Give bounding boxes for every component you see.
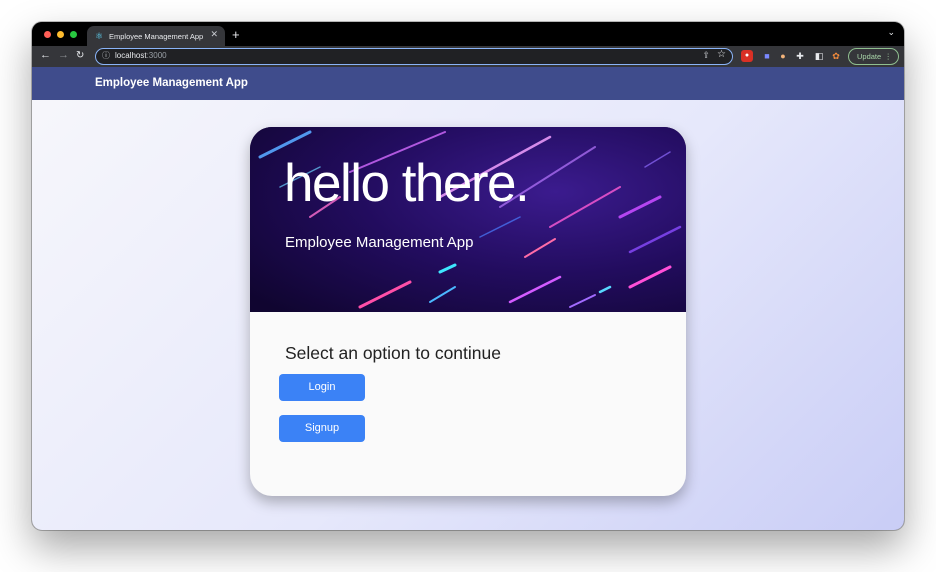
- star-icon[interactable]: ☆: [717, 49, 726, 60]
- navbar-brand[interactable]: Employee Management App: [95, 77, 248, 89]
- extension-shield-icon[interactable]: ●: [741, 50, 753, 62]
- tab-search-chevron-icon[interactable]: ⌄: [887, 27, 895, 38]
- browser-toolbar: ← → ↻ ⓘ localhost:3000 ⇪ ☆ ● ■ ● ✚ ◧ ✿ U…: [32, 46, 904, 67]
- hero-title: hello there.: [284, 154, 530, 213]
- extension-face-icon[interactable]: ●: [777, 50, 789, 62]
- browser-tab[interactable]: ⚛ Employee Management App ✕: [87, 26, 225, 46]
- page-content: Employee Management App hello there. Emp…: [32, 67, 904, 530]
- extension-icon[interactable]: ✚: [794, 50, 806, 62]
- tab-title: Employee Management App: [109, 31, 204, 41]
- signup-button[interactable]: Signup: [279, 415, 365, 442]
- app-navbar: Employee Management App: [32, 67, 904, 100]
- url-port: :3000: [146, 51, 167, 60]
- address-bar[interactable]: ⓘ localhost:3000 ⇪ ☆: [95, 48, 733, 65]
- extension-cube-icon[interactable]: ■: [761, 50, 773, 62]
- select-option-prompt: Select an option to continue: [285, 343, 501, 363]
- back-icon[interactable]: ←: [40, 49, 51, 61]
- url-host: localhost: [115, 51, 147, 60]
- profile-avatar-icon[interactable]: ✿: [830, 50, 842, 62]
- welcome-card: hello there. Employee Management App Sel…: [250, 127, 686, 496]
- menu-icon[interactable]: ⋮: [885, 49, 893, 64]
- forward-icon[interactable]: →: [58, 49, 69, 61]
- react-favicon-icon: ⚛: [94, 30, 104, 41]
- close-window-button[interactable]: [44, 31, 51, 38]
- tab-strip: ⚛ Employee Management App ✕ + ⌄: [32, 22, 904, 46]
- reload-icon[interactable]: ↻: [76, 50, 84, 61]
- share-icon[interactable]: ⇪: [702, 50, 710, 61]
- update-button[interactable]: Update ⋮: [848, 48, 899, 65]
- browser-window: ⚛ Employee Management App ✕ + ⌄ ← → ↻ ⓘ …: [32, 22, 904, 530]
- new-tab-button[interactable]: +: [232, 27, 240, 42]
- hero-banner: hello there. Employee Management App: [250, 127, 686, 312]
- login-button[interactable]: Login: [279, 374, 365, 401]
- url-text: localhost:3000: [115, 51, 167, 60]
- info-icon[interactable]: ⓘ: [102, 50, 110, 61]
- close-tab-icon[interactable]: ✕: [210, 29, 218, 40]
- side-panel-icon[interactable]: ◧: [813, 50, 825, 62]
- hero-subtitle: Employee Management App: [285, 234, 474, 251]
- maximize-window-button[interactable]: [70, 31, 77, 38]
- minimize-window-button[interactable]: [57, 31, 64, 38]
- update-label: Update: [857, 52, 882, 61]
